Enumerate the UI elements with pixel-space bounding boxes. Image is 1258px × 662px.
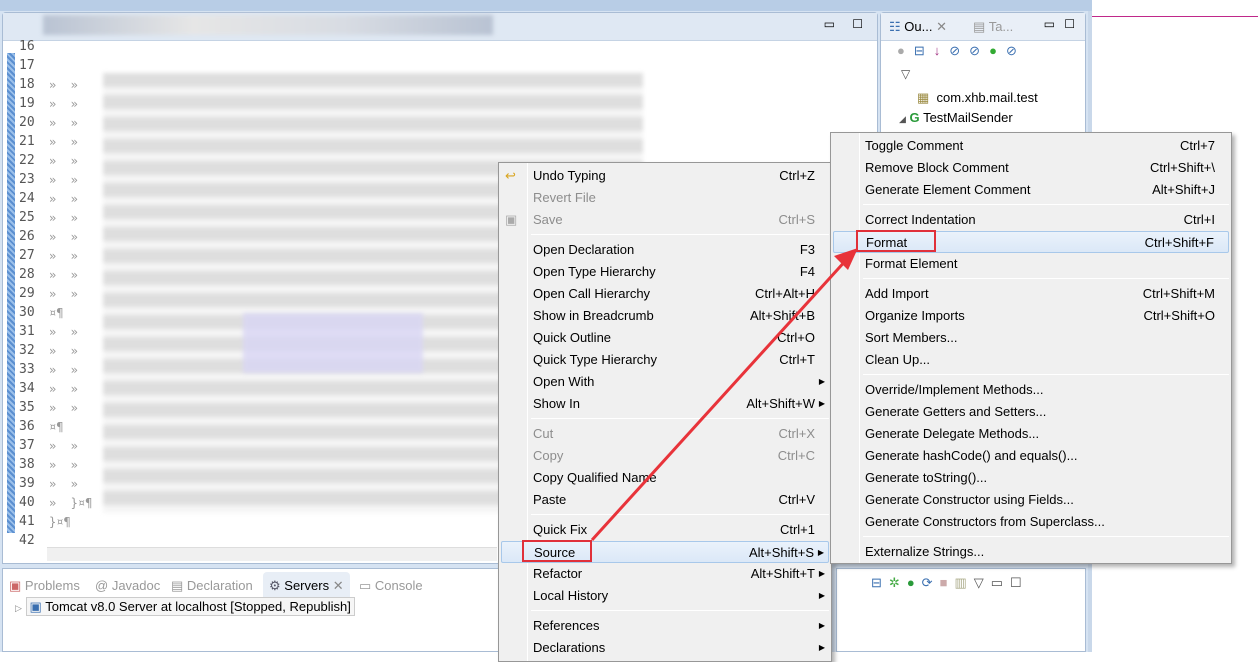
- annotation-arrow: [590, 248, 858, 542]
- arrow-head: [834, 248, 858, 270]
- arrow-line: [590, 256, 850, 542]
